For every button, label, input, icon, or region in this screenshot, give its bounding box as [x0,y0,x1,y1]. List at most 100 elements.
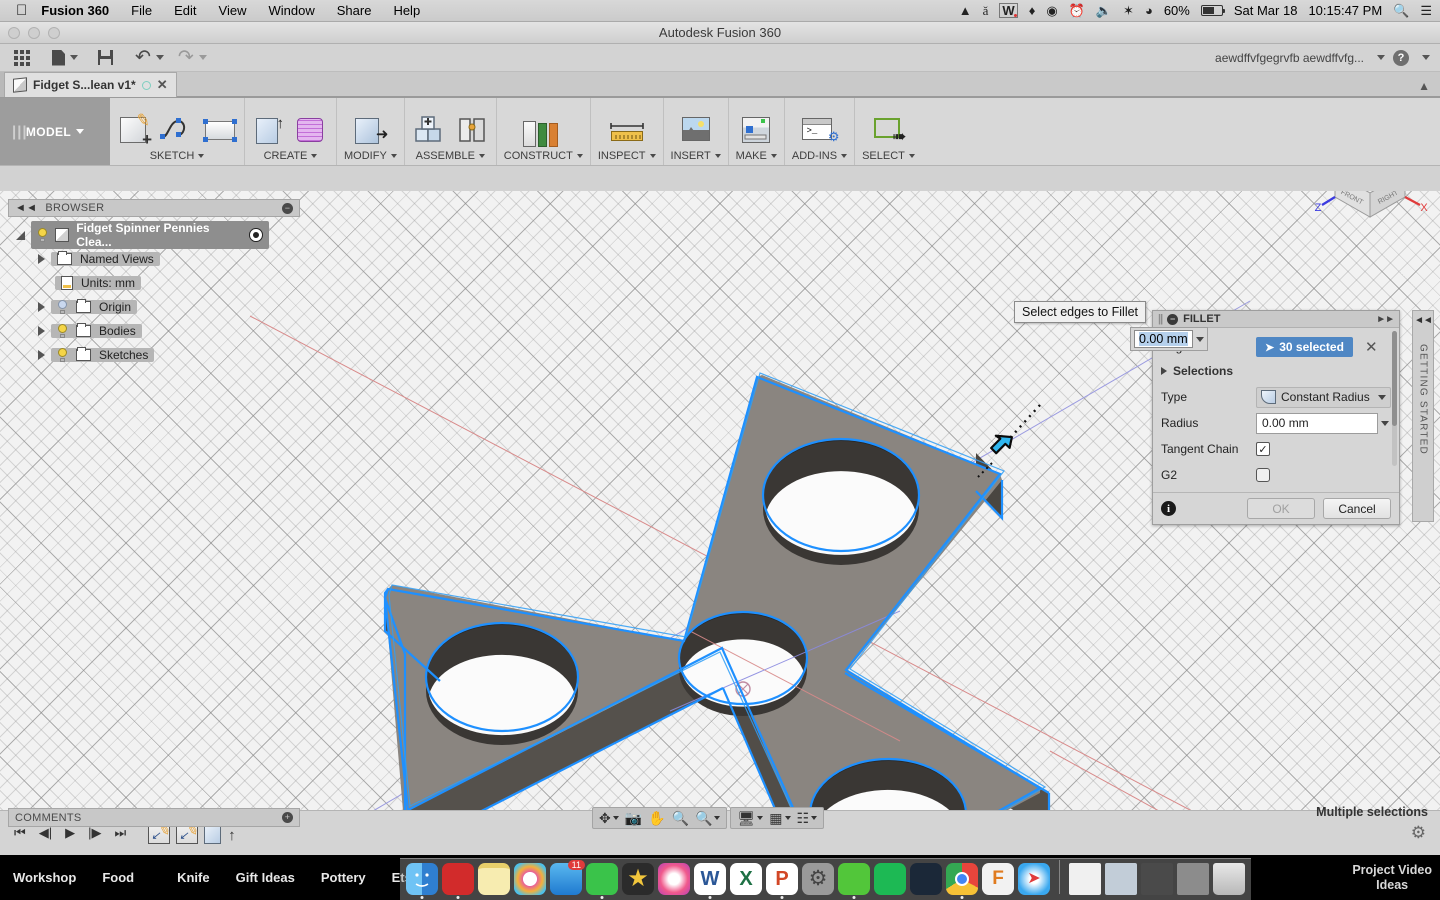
documents-stack-icon[interactable] [1069,863,1101,895]
flux-icon[interactable]: ◉ [1046,4,1057,17]
workspace-chevron-icon[interactable] [76,129,85,134]
radius-value-popup[interactable]: 0.00 mm [1130,327,1208,351]
g2-checkbox[interactable] [1256,468,1270,482]
account-name[interactable]: aewdffvfgegrvfb aewdffvfg... [1215,51,1364,65]
close-button[interactable] [8,26,20,39]
trash-icon[interactable] [1213,863,1245,895]
browser-root-row[interactable]: Fidget Spinner Pennies Clea... [16,221,300,249]
undo-icon[interactable]: ↶ [135,48,164,67]
collapse-right-icon[interactable]: ◄◄ [1414,315,1433,326]
zoom-button[interactable] [48,26,60,39]
ribbon-group-construct-label[interactable]: CONSTRUCT [504,150,583,162]
screenshots-stack-icon[interactable] [1141,863,1173,895]
ribbon-group-sketch-label[interactable]: SKETCH [150,150,205,162]
new-document-icon[interactable] [52,49,78,66]
display-settings-icon[interactable]: 🖥 [735,810,765,827]
step-forward-icon[interactable]: |▶ [88,825,101,841]
comments-panel[interactable]: COMMENTS + [8,808,300,827]
look-at-icon[interactable]: 📷 [623,810,644,827]
tangent-chain-checkbox[interactable]: ✓ [1256,442,1270,456]
dropbox-icon[interactable]: ▲ [959,4,972,17]
finder-label-knife[interactable]: Knife [147,870,223,885]
imovie-icon[interactable]: ★ [622,863,654,895]
finder-label-gift-ideas[interactable]: Gift Ideas [223,870,308,885]
finder-icon[interactable] [406,863,438,895]
minimize-button[interactable] [28,26,40,39]
word-icon[interactable]: W [694,863,726,895]
downloads-stack-icon[interactable] [1105,863,1137,895]
rectangle-icon[interactable] [203,113,237,147]
expand-right-icon[interactable]: ►► [1376,314,1395,325]
workspace-switcher[interactable]: ||| MODEL [0,98,110,165]
excel-icon[interactable]: X [730,863,762,895]
ribbon-group-make-label[interactable]: MAKE [736,150,777,162]
comics-icon[interactable] [442,863,474,895]
scripts-addins-icon[interactable]: >_ ⚙ [800,113,839,147]
menu-share[interactable]: Share [337,3,372,18]
expand-collapse-icon[interactable] [38,254,45,264]
project-video-ideas-label[interactable]: Project Video Ideas [1352,863,1432,893]
insert-image-icon[interactable] [679,113,713,147]
save-icon[interactable] [98,50,113,65]
info-icon[interactable]: i [1161,501,1176,516]
cancel-button[interactable]: Cancel [1323,498,1391,519]
ribbon-group-create-label[interactable]: CREATE [264,150,318,162]
add-comment-icon[interactable]: + [282,812,293,823]
menu-edit[interactable]: Edit [174,3,196,18]
play-icon[interactable]: ▶ [65,825,75,841]
expand-collapse-icon[interactable] [38,302,45,312]
ribbon-group-inspect-label[interactable]: INSPECT [598,150,656,162]
fillet-radius-input[interactable]: 0.00 mm [1256,412,1378,434]
appstore-icon[interactable]: 11 [550,860,585,895]
new-component-icon[interactable] [412,113,446,147]
collapse-ribbon-icon[interactable]: ▲ [1418,79,1430,93]
evernote-icon[interactable] [838,863,870,895]
facetime-icon[interactable] [586,863,618,895]
go-to-beginning-icon[interactable]: ⏮ [14,825,26,841]
browser-item-units[interactable]: Units: mm [16,271,300,295]
document-tab[interactable]: Fidget S...lean v1* ✕ [4,72,177,97]
clear-selection-icon[interactable]: ✕ [1365,338,1378,356]
ribbon-group-select-label[interactable]: SELECT [862,150,915,162]
spotify-icon[interactable] [874,863,906,895]
radius-dropdown-icon[interactable] [1378,420,1391,426]
help-icon[interactable]: ? [1393,49,1409,66]
fillet-type-select[interactable]: Constant Radius [1256,386,1391,408]
redo-icon[interactable]: ↷ [178,48,207,67]
view-cube[interactable]: TOP FRONT RIGHT Y X Z [1310,191,1430,239]
select-icon[interactable]: ➠ [871,113,906,147]
app-grid-icon[interactable] [14,49,30,66]
menu-file[interactable]: File [131,3,152,18]
help-chevron-icon[interactable] [1422,55,1430,60]
expand-collapse-icon[interactable] [38,350,45,360]
fillet-dialog-header[interactable]: || − FILLET ►► [1153,311,1399,328]
dialog-grip[interactable]: || [1158,313,1163,325]
grid-snap-icon[interactable]: ▦ [767,810,792,827]
chevron-down-icon[interactable] [1195,336,1204,342]
timeline-settings-icon[interactable]: ⚙ [1411,823,1426,843]
zoom-window-icon[interactable]: 🔍 [693,810,722,827]
steam-icon[interactable] [910,863,942,895]
measure-icon[interactable] [607,113,647,147]
orbit-icon[interactable]: ✥ [597,810,621,827]
menu-view[interactable]: View [219,3,247,18]
menu-help[interactable]: Help [393,3,420,18]
go-to-end-icon[interactable]: ⏭ [114,825,126,841]
expand-collapse-icon[interactable] [16,230,25,240]
browser-item-sketches[interactable]: Sketches [16,343,300,367]
collapse-left-icon[interactable]: ◄◄ [15,202,37,214]
finder-label-pottery[interactable]: Pottery [308,870,379,885]
finder-label-food[interactable]: Food [89,870,147,885]
radius-popup-input[interactable]: 0.00 mm [1134,330,1193,348]
finder-label-workshop[interactable]: Workshop [0,870,89,885]
evernote-icon[interactable]: ♦ [1029,4,1036,17]
browser-item-origin[interactable]: Origin [16,295,300,319]
close-tab-icon[interactable]: ✕ [157,77,168,93]
sync-status-icon[interactable] [141,80,151,90]
wifi-icon[interactable]: ◕ [1145,4,1153,17]
lightbulb-on-icon[interactable] [57,348,68,362]
dialog-scrollbar[interactable] [1392,331,1397,466]
pan-icon[interactable]: ✋ [646,810,667,827]
ribbon-group-addins-label[interactable]: ADD-INS [792,150,848,162]
search-icon[interactable]: 🔍 [1393,4,1409,17]
